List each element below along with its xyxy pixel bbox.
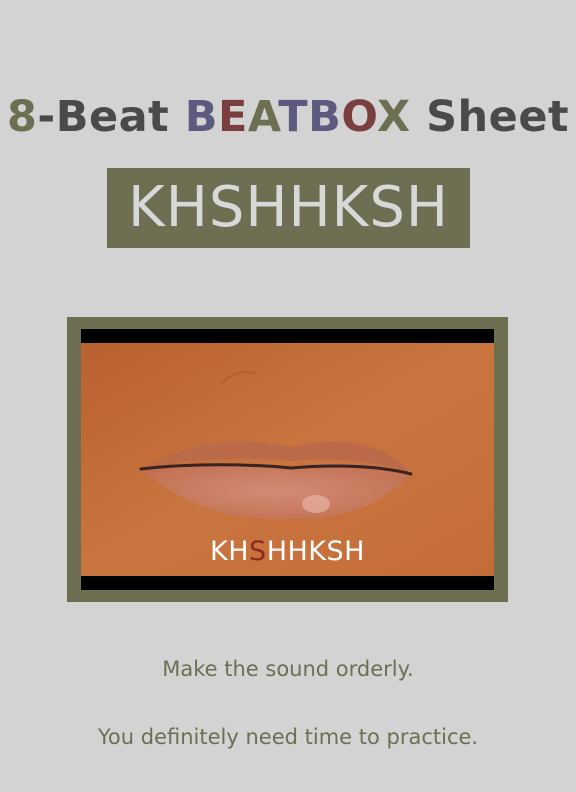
subtitle-part: HHKSH	[266, 536, 365, 567]
sheet-title: 8-Beat BEATBOX Sheet	[0, 91, 576, 143]
title-part: 8	[6, 91, 38, 142]
beat-pattern-text: KHSHHKSH	[128, 175, 449, 240]
mouth-video-still: KHSHHKSH	[81, 329, 494, 590]
title-part: E	[217, 91, 248, 142]
video-subtitle: KHSHHKSH	[81, 537, 494, 567]
title-part: B	[184, 91, 218, 142]
title-part: O	[341, 91, 377, 142]
video-frame: KHSHHKSH	[67, 317, 508, 602]
subtitle-part: KH	[210, 536, 250, 567]
instruction-note: Make the sound orderly.	[162, 657, 414, 681]
title-part: T	[278, 91, 309, 142]
practice-note: You definitely need time to practice.	[97, 725, 479, 749]
title-part: X	[376, 91, 411, 142]
title-part: -Beat	[37, 91, 185, 142]
title-part: Sheet	[410, 91, 570, 142]
beat-pattern-box: KHSHHKSH	[107, 168, 470, 248]
subtitle-part: S	[249, 536, 267, 567]
title-part: B	[308, 91, 342, 142]
title-part: A	[247, 91, 279, 142]
